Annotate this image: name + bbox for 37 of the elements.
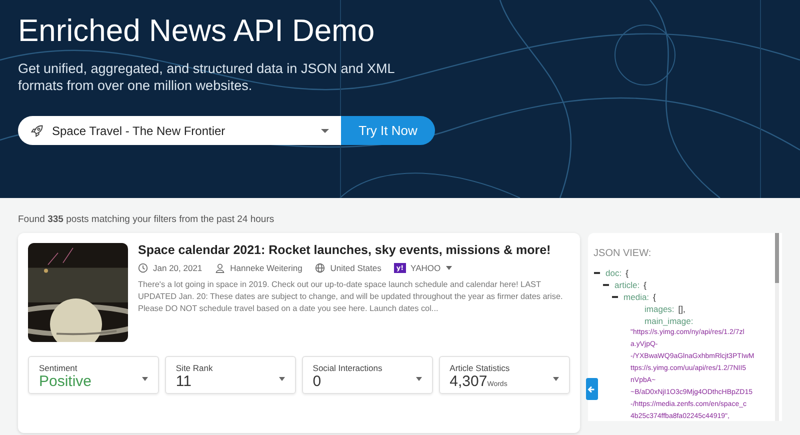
article-author: Hanneke Weitering (230, 263, 302, 273)
rocket-icon (30, 124, 44, 138)
arrow-left-icon (587, 384, 596, 394)
json-key: images: (644, 304, 674, 314)
caret-icon (142, 377, 148, 381)
page-title: Enriched News API Demo (18, 12, 375, 50)
caret-icon (278, 377, 285, 381)
json-value: [], (678, 304, 686, 314)
person-icon (215, 263, 226, 273)
json-brace: { (644, 280, 646, 290)
caret-icon (321, 128, 329, 132)
try-it-now-button[interactable]: Try It Now (341, 116, 435, 145)
json-brace: { (626, 268, 628, 278)
scrollbar[interactable] (775, 233, 779, 421)
json-brace: { (653, 292, 656, 302)
caret-icon (552, 377, 559, 381)
json-key: main_image: (644, 316, 694, 326)
article-title[interactable]: Space calendar 2021: Rocket launches, sky events, missions & more! (138, 243, 570, 257)
json-key: media: (624, 292, 650, 302)
article-date: Jan 20, 2021 (153, 263, 202, 273)
stat-dropdown[interactable]: Social Interactions 0 (302, 356, 433, 394)
source-dropdown[interactable]: YAHOO (410, 263, 441, 273)
json-key: article: (614, 280, 640, 290)
article-excerpt: There's a lot going in space in 2019. Check out our up-to-date space launch schedule and calendar here! LAST UPDATED Jan. 20: These dates are subject to change, and will be updated throughout the year as firmer dates arise. Please DO NOT schedule travel based on a date you see here. Launch dates col... (138, 279, 564, 315)
results-summary: Found 335 posts matching your filters from the past 24 hours (18, 214, 274, 225)
caret-icon (416, 377, 422, 381)
clock-icon (138, 263, 148, 273)
collapse-panel-button[interactable] (586, 378, 598, 400)
topic-select[interactable]: Space Travel - The New Frontier (18, 116, 341, 145)
page-subtitle: Get unified, aggregated, and structured data in JSON and XML formats from over one million websites. (18, 60, 396, 94)
stat-dropdown[interactable]: Site Rank 11 (164, 356, 296, 394)
json-view-title: JSON VIEW: (594, 248, 652, 259)
json-key: doc: (606, 268, 622, 278)
stat-dropdown[interactable]: Sentiment Positive (28, 356, 159, 394)
globe-icon (315, 263, 326, 273)
article-country: United States (330, 263, 382, 273)
caret-icon (446, 266, 452, 270)
